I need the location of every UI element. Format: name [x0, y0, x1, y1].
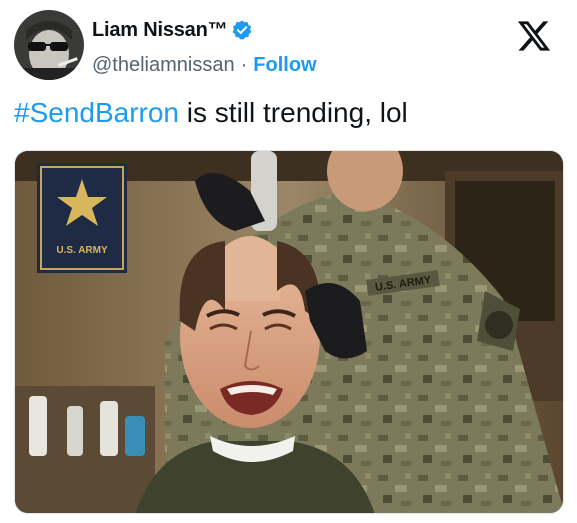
hashtag-link[interactable]: #SendBarron — [14, 97, 179, 128]
x-logo-icon[interactable] — [516, 18, 552, 54]
tweet-header: Liam Nissan™ @theliamnissan · Follow — [14, 8, 564, 80]
sign-text: U.S. ARMY — [56, 245, 108, 256]
verified-badge-icon — [232, 20, 252, 40]
display-name-row: Liam Nissan™ — [92, 16, 317, 44]
avatar-image — [14, 10, 84, 80]
follow-button[interactable]: Follow — [253, 54, 316, 77]
user-names: Liam Nissan™ @theliamnissan · Follow — [92, 16, 317, 77]
tweet-body: is still trending, lol — [179, 97, 408, 128]
avatar[interactable] — [14, 10, 84, 80]
tweet-card: Liam Nissan™ @theliamnissan · Follow #Se… — [0, 0, 577, 523]
handle-row: @theliamnissan · Follow — [92, 54, 317, 77]
separator: · — [240, 54, 248, 76]
tweet-text: #SendBarron is still trending, lol — [14, 95, 408, 131]
display-name[interactable]: Liam Nissan™ — [92, 19, 228, 42]
user-handle[interactable]: @theliamnissan — [92, 54, 235, 77]
media-image: U.S. ARMY U.S. ARMY — [15, 151, 563, 513]
tweet-media-photo[interactable]: U.S. ARMY U.S. ARMY — [14, 150, 564, 514]
